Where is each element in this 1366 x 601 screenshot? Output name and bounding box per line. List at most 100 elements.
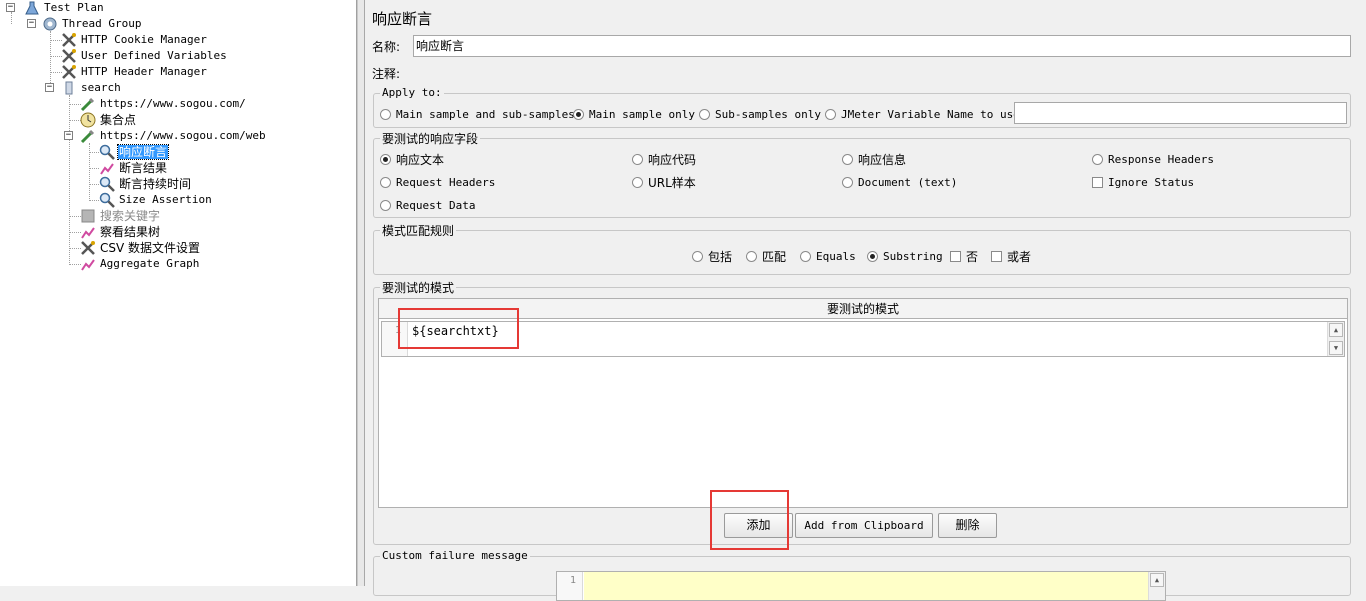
group-label: 模式匹配规则 — [380, 222, 457, 239]
radio-indicator — [746, 250, 757, 262]
add-from-clipboard-button[interactable]: Add from Clipboard — [795, 513, 933, 538]
tree-connector — [89, 168, 99, 169]
pattern-editor[interactable]: 1 ${searchtxt} ▲ ▼ — [381, 321, 1345, 357]
add-button[interactable]: 添加 — [724, 513, 793, 538]
test-plan-tree[interactable]: − − − − Test Plan Thread Group HTTP Cook… — [0, 0, 357, 586]
match-not-checkbox[interactable]: 否 — [950, 248, 978, 264]
controller-icon — [61, 80, 77, 96]
field-response-headers-radio[interactable]: Response Headers — [1092, 151, 1214, 167]
delete-button[interactable]: 删除 — [938, 513, 997, 538]
chart-icon — [99, 160, 115, 176]
tree-node-response-assertion[interactable]: 响应断言 — [99, 144, 170, 160]
tree-node-header-manager[interactable]: HTTP Header Manager — [61, 64, 208, 80]
name-field[interactable]: 响应断言 — [413, 35, 1351, 57]
editor-scrollbar[interactable]: ▲ ▼ — [1327, 322, 1344, 356]
magnifier-icon — [99, 176, 115, 192]
tree-node-duration-assertion[interactable]: 断言持续时间 — [99, 176, 192, 192]
patterns-table[interactable]: 要测试的模式 1 ${searchtxt} ▲ ▼ — [378, 298, 1348, 508]
apply-jmeter-var-radio[interactable]: JMeter Variable Name to use — [825, 106, 1020, 122]
apply-main-and-sub-radio[interactable]: Main sample and sub-samples — [380, 106, 575, 122]
line-number: 1 — [557, 572, 583, 600]
tree-node-assertion-results[interactable]: 断言结果 — [99, 160, 168, 176]
match-matches-radio[interactable]: 匹配 — [746, 248, 786, 264]
radio-indicator — [380, 108, 391, 120]
tree-node-test-plan[interactable]: Test Plan — [24, 0, 105, 16]
tree-node-label: 断言持续时间 — [119, 177, 192, 191]
scroll-down-arrow-icon[interactable]: ▼ — [1329, 341, 1343, 355]
matching-rules-group: 模式匹配规则 包括 匹配 Equals Substring 否 或者 — [373, 222, 1351, 275]
tree-node-search-keyword[interactable]: 搜索关键字 — [80, 208, 161, 224]
tree-node-thread-group[interactable]: Thread Group — [42, 16, 142, 32]
field-response-message-radio[interactable]: 响应信息 — [842, 151, 906, 167]
collapse-toggle[interactable]: − — [45, 83, 54, 92]
match-or-checkbox[interactable]: 或者 — [991, 248, 1031, 264]
tree-node-label: https://www.sogou.com/ — [100, 97, 246, 110]
pattern-text[interactable]: ${searchtxt} — [412, 324, 499, 338]
match-substring-radio[interactable]: Substring — [867, 248, 943, 264]
failure-message-editor[interactable]: 1 ▲ — [556, 571, 1166, 601]
tree-node-view-results-tree[interactable]: 察看结果树 — [80, 224, 161, 240]
tree-node-sampler-1[interactable]: https://www.sogou.com/ — [80, 96, 247, 112]
option-label: Sub-samples only — [715, 107, 821, 121]
response-field-group: 要测试的响应字段 响应文本 响应代码 响应信息 Response Headers… — [373, 130, 1351, 218]
field-request-data-radio[interactable]: Request Data — [380, 197, 475, 213]
radio-indicator — [699, 108, 710, 120]
tree-node-size-assertion[interactable]: Size Assertion — [99, 192, 213, 208]
collapse-toggle[interactable]: − — [27, 19, 36, 28]
wrench-icon — [61, 32, 77, 48]
page-title: 响应断言 — [372, 10, 433, 28]
group-label: 要测试的模式 — [380, 279, 457, 296]
match-equals-radio[interactable]: Equals — [800, 248, 856, 264]
chart-icon — [80, 256, 96, 272]
response-assertion-panel: 响应断言 名称: 响应断言 注释: Apply to: Main sample … — [365, 0, 1366, 601]
group-label: Apply to: — [380, 86, 444, 99]
option-label: 响应代码 — [648, 152, 697, 167]
split-pane-divider[interactable] — [357, 0, 365, 586]
collapse-toggle[interactable]: − — [64, 131, 73, 140]
failure-text-area[interactable] — [584, 572, 1148, 600]
scroll-up-arrow-icon[interactable]: ▲ — [1329, 323, 1343, 337]
radio-indicator — [380, 199, 391, 211]
radio-indicator — [573, 108, 584, 120]
tree-node-cookie-manager[interactable]: HTTP Cookie Manager — [61, 32, 208, 48]
jmeter-variable-field[interactable] — [1014, 102, 1347, 124]
apply-sub-only-radio[interactable]: Sub-samples only — [699, 106, 821, 122]
radio-indicator — [1092, 153, 1103, 165]
ignore-status-checkbox[interactable]: Ignore Status — [1092, 174, 1194, 190]
tree-node-timer[interactable]: 集合点 — [80, 112, 137, 128]
scroll-up-arrow-icon[interactable]: ▲ — [1150, 573, 1164, 587]
option-label: Equals — [816, 249, 856, 263]
custom-failure-group: Custom failure message 1 ▲ — [373, 549, 1351, 601]
option-label: Substring — [883, 249, 943, 263]
tree-node-label: 察看结果树 — [100, 225, 161, 239]
collapse-toggle[interactable]: − — [6, 3, 15, 12]
tree-node-label: Aggregate Graph — [100, 257, 200, 270]
option-label: 响应信息 — [858, 152, 907, 167]
tree-node-label: HTTP Cookie Manager — [81, 33, 207, 46]
comments-field[interactable] — [409, 62, 1351, 84]
radio-indicator — [632, 176, 643, 188]
tree-node-aggregate-graph[interactable]: Aggregate Graph — [80, 256, 200, 272]
tree-node-label: Thread Group — [62, 17, 142, 30]
tree-node-label: search — [81, 81, 121, 94]
field-request-headers-radio[interactable]: Request Headers — [380, 174, 495, 190]
line-number: 1 — [382, 322, 408, 356]
editor-scrollbar[interactable]: ▲ — [1148, 572, 1165, 600]
tree-node-search[interactable]: search — [61, 80, 122, 96]
field-url-sampled-radio[interactable]: URL样本 — [632, 174, 696, 190]
tree-node-user-vars[interactable]: User Defined Variables — [61, 48, 228, 64]
patterns-group: 要测试的模式 要测试的模式 1 ${searchtxt} ▲ ▼ 添加 Add … — [373, 279, 1351, 545]
pipette-icon — [80, 96, 96, 112]
radio-indicator — [632, 153, 643, 165]
match-contains-radio[interactable]: 包括 — [692, 248, 732, 264]
field-response-code-radio[interactable]: 响应代码 — [632, 151, 696, 167]
chart-icon — [80, 224, 96, 240]
tree-node-sampler-2[interactable]: https://www.sogou.com/web — [80, 128, 267, 144]
group-label: Custom failure message — [380, 549, 530, 562]
tree-node-label: 响应断言 — [116, 144, 170, 160]
apply-main-only-radio[interactable]: Main sample only — [573, 106, 695, 122]
field-text-response-radio[interactable]: 响应文本 — [380, 151, 444, 167]
field-document-radio[interactable]: Document (text) — [842, 174, 957, 190]
tree-node-csv-config[interactable]: CSV 数据文件设置 — [80, 240, 201, 256]
radio-indicator — [825, 108, 836, 120]
